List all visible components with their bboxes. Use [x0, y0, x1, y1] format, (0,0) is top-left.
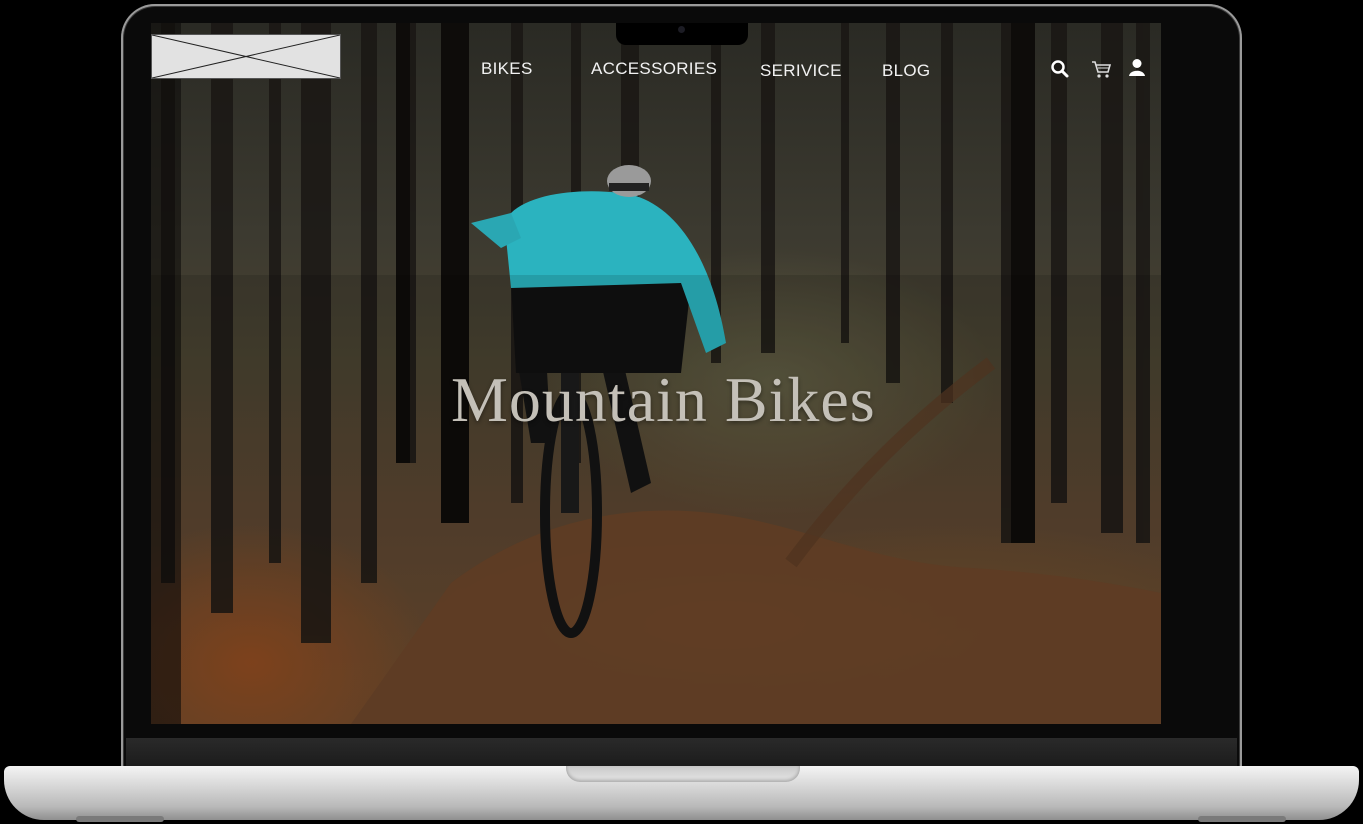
- logo-placeholder[interactable]: [151, 34, 341, 79]
- laptop-foot-left: [76, 816, 164, 822]
- nav-bikes[interactable]: BIKES: [481, 59, 533, 79]
- laptop-foot-right: [1198, 816, 1286, 822]
- user-icon[interactable]: [1126, 57, 1148, 79]
- camera-notch: [616, 23, 748, 45]
- search-icon[interactable]: [1049, 58, 1071, 80]
- hero-overlay: [151, 275, 1161, 724]
- image-placeholder-icon: [151, 34, 341, 79]
- hero-title: Mountain Bikes: [451, 364, 876, 435]
- nav-blog[interactable]: BLOG: [882, 61, 930, 81]
- cart-icon[interactable]: [1090, 58, 1112, 80]
- laptop-base: [4, 766, 1359, 820]
- nav-accessories[interactable]: ACCESSORIES: [591, 59, 717, 79]
- nav-service[interactable]: SERIVICE: [760, 61, 842, 81]
- trackpad-notch: [566, 766, 800, 782]
- website-screen: BIKES ACCESSORIES SERIVICE BLOG Mountain…: [151, 23, 1161, 724]
- camera-icon: [678, 26, 685, 33]
